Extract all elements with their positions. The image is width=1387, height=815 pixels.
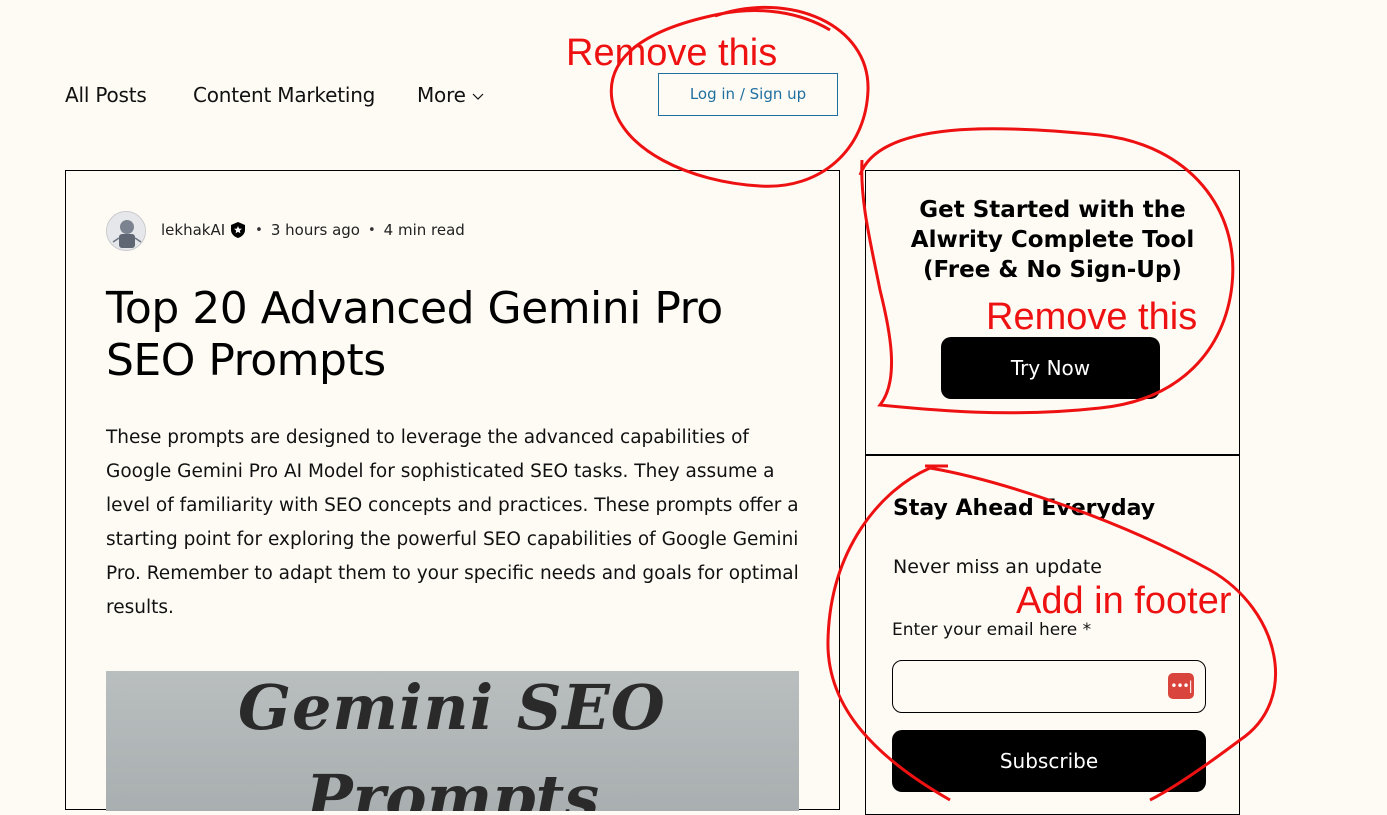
annotation-add-footer: Add in footer [1016, 580, 1232, 622]
promo-title-text: Get Started with the Alwrity Complete To… [910, 197, 1195, 283]
nav-content-marketing[interactable]: Content Marketing [193, 83, 375, 107]
chevron-down-icon [472, 93, 484, 100]
avatar-image [107, 212, 145, 250]
admin-badge-icon [231, 222, 246, 238]
try-now-button[interactable]: Try Now [941, 337, 1160, 399]
newsletter-subtitle: Never miss an update [893, 556, 1102, 578]
login-signup-button[interactable]: Log in / Sign up [658, 73, 838, 116]
password-manager-icon[interactable]: •••| [1168, 673, 1194, 699]
email-field[interactable] [892, 660, 1206, 713]
nav-more[interactable]: More [417, 83, 484, 107]
nav-all-posts[interactable]: All Posts [65, 83, 147, 107]
subscribe-button[interactable]: Subscribe [892, 730, 1206, 792]
hero-image-subtitle: Prompts [306, 761, 600, 811]
separator: • [255, 222, 263, 238]
post-card: lekhakAI • 3 hours ago • 4 min read Top … [65, 170, 840, 811]
newsletter-card: Stay Ahead Everyday Never miss an update… [865, 455, 1240, 815]
read-time: 4 min read [383, 221, 465, 239]
email-label: Enter your email here * [892, 620, 1092, 640]
post-meta: lekhakAI • 3 hours ago • 4 min read [161, 221, 465, 239]
hero-image-title: Gemini SEO [238, 671, 666, 744]
post-time: 3 hours ago [270, 221, 360, 239]
post-intro: These prompts are designed to leverage t… [106, 427, 799, 618]
hero-image: Gemini SEO Prompts [106, 671, 799, 811]
annotation-remove-promo: Remove this [986, 296, 1198, 338]
author-name[interactable]: lekhakAI [161, 221, 225, 239]
post-title: Top 20 Advanced Gemini Pro SEO Prompts [106, 283, 723, 386]
newsletter-title: Stay Ahead Everyday [893, 496, 1156, 521]
separator: • [367, 222, 376, 238]
annotation-remove-login: Remove this [566, 32, 778, 74]
nav-more-label: More [417, 83, 466, 107]
promo-title: Get Started with the Alwrity Complete To… [866, 195, 1239, 285]
avatar[interactable] [106, 211, 146, 251]
